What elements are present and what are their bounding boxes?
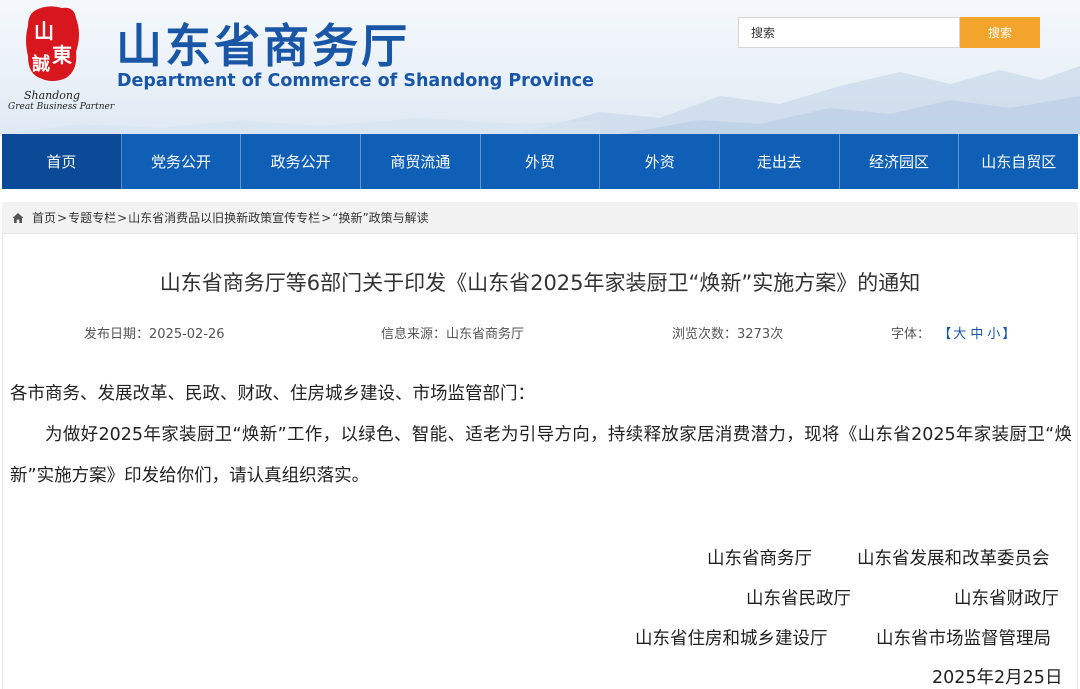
nav-item-party-affairs[interactable]: 党务公开 xyxy=(122,134,242,189)
nav-item-economic-parks[interactable]: 经济园区 xyxy=(840,134,960,189)
site-title[interactable]: 山东省商务厅 xyxy=(116,18,410,74)
content-frame-right xyxy=(1077,234,1078,689)
article-salutation: 各市商务、发展改革、民政、财政、住房城乡建设、市场监管部门： xyxy=(10,384,535,404)
view-count-label: 浏览次数： xyxy=(672,327,738,342)
search-button[interactable]: 搜索 xyxy=(960,17,1040,48)
font-size-control: 字体： 【大中小】 xyxy=(891,323,1015,342)
breadcrumb-separator: > xyxy=(321,210,332,225)
font-size-bracket-close: 】 xyxy=(1002,327,1016,342)
article-body: 为做好2025年家装厨卫“焕新”工作，以绿色、智能、适老为引导方向，持续释放家居… xyxy=(10,425,1072,486)
svg-text:誠: 誠 xyxy=(32,53,50,75)
breadcrumb-separator: > xyxy=(57,210,68,225)
signatory-housing: 山东省住房和城乡建设厅 xyxy=(635,629,828,649)
breadcrumb-item-topics[interactable]: 专题专栏 xyxy=(68,209,116,226)
font-size-large-button[interactable]: 大 xyxy=(953,327,966,342)
content-frame-left xyxy=(2,234,3,689)
sign-date: 2025年2月25日 xyxy=(932,668,1063,688)
site-subtitle: Department of Commerce of Shandong Provi… xyxy=(117,71,594,91)
article-title: 山东省商务厅等6部门关于印发《山东省2025年家装厨卫“焕新”实施方案》的通知 xyxy=(159,271,921,295)
svg-text:東: 東 xyxy=(52,43,72,67)
nav-item-government-affairs[interactable]: 政务公开 xyxy=(241,134,362,189)
signatory-finance: 山东省财政厅 xyxy=(954,589,1059,609)
nav-item-foreign-investment[interactable]: 外资 xyxy=(600,134,721,189)
breadcrumb: 首页 > 专题专栏 > 山东省消费品以旧换新政策宣传专栏 > “换新”政策与解读 xyxy=(2,202,1078,234)
publish-date-value: 2025-02-26 xyxy=(149,327,225,342)
font-size-medium-button[interactable]: 中 xyxy=(970,327,983,342)
signatory-market-supervision: 山东省市场监督管理局 xyxy=(876,629,1051,649)
view-count: 浏览次数：3273次 xyxy=(672,323,783,342)
logo-tagline-1: Shandong xyxy=(24,89,81,102)
nav-item-going-global[interactable]: 走出去 xyxy=(720,134,840,189)
publish-date-label: 发布日期： xyxy=(84,327,150,342)
signatory-civil-affairs: 山东省民政厅 xyxy=(746,589,851,609)
search-input[interactable] xyxy=(738,17,960,48)
breadcrumb-item-home[interactable]: 首页 xyxy=(32,209,56,226)
breadcrumb-separator: > xyxy=(117,210,128,225)
home-icon xyxy=(12,212,24,223)
font-size-small-button[interactable]: 小 xyxy=(987,327,1000,342)
signatory-commerce: 山东省商务厅 xyxy=(707,549,812,569)
breadcrumb-item-policy[interactable]: “换新”政策与解读 xyxy=(332,209,428,226)
logo-seal-icon: 山 東 誠 xyxy=(26,6,79,81)
view-count-value: 3273次 xyxy=(737,327,784,342)
font-size-bracket-open: 【 xyxy=(938,327,952,342)
nav-item-free-trade-zone[interactable]: 山东自贸区 xyxy=(959,134,1078,189)
logo[interactable]: 山 東 誠 Shandong Great Business Partner xyxy=(6,4,114,112)
nav-item-foreign-trade[interactable]: 外贸 xyxy=(481,134,601,189)
info-source-label: 信息来源： xyxy=(381,327,447,342)
info-source-value: 山东省商务厅 xyxy=(446,327,525,342)
logo-tagline-2: Great Business Partner xyxy=(8,102,115,112)
nav-item-trade-circulation[interactable]: 商贸流通 xyxy=(361,134,481,189)
main-nav: 首页 党务公开 政务公开 商贸流通 外贸 外资 走出去 经济园区 山东自贸区 xyxy=(2,134,1078,189)
svg-text:山: 山 xyxy=(34,19,54,43)
signatory-development-reform: 山东省发展和改革委员会 xyxy=(857,549,1050,569)
breadcrumb-item-trade-in-column[interactable]: 山东省消费品以旧换新政策宣传专栏 xyxy=(128,209,320,226)
font-size-label: 字体： xyxy=(891,327,931,342)
publish-date: 发布日期：2025-02-26 xyxy=(84,323,225,342)
nav-item-home[interactable]: 首页 xyxy=(2,134,122,189)
info-source: 信息来源：山东省商务厅 xyxy=(381,323,524,342)
